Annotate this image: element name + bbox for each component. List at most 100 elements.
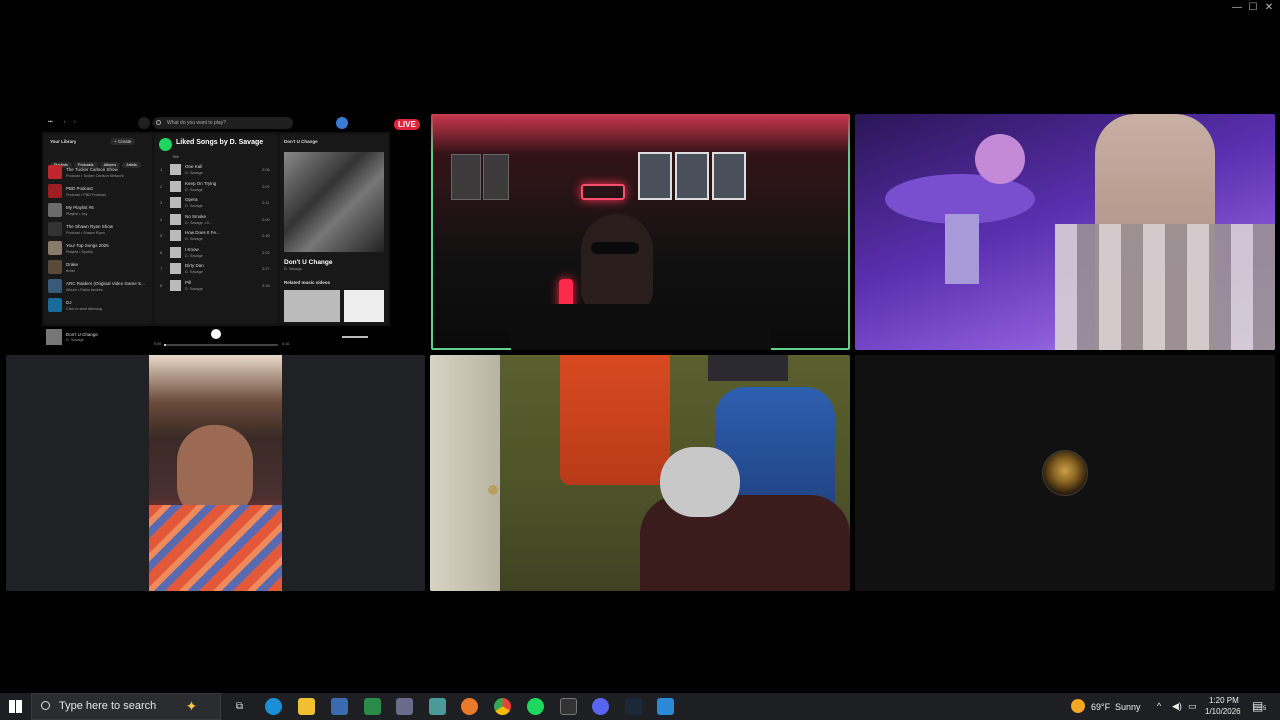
volume-slider[interactable] (342, 336, 368, 338)
song-title: Keep On Trying (185, 180, 217, 186)
song-artist: D. Savage (185, 253, 203, 258)
notification-count: 5 (1263, 706, 1267, 712)
wall-poster (451, 154, 481, 200)
close-button[interactable]: ✕ (1260, 1, 1278, 15)
library-item-thumb (48, 241, 62, 255)
library-item[interactable]: DJ Click to start listening (48, 297, 152, 315)
weather-condition[interactable]: Sunny (1115, 702, 1141, 712)
more-icon[interactable]: ••• (48, 119, 53, 124)
player-bar: Don't U Change D. Savage 0:05 4:16 (42, 326, 390, 349)
home-icon[interactable] (138, 117, 150, 129)
discord-icon[interactable] (592, 698, 609, 715)
participant-tile-active[interactable] (431, 114, 850, 350)
search-icon (41, 701, 50, 710)
participant-shirt (1055, 224, 1275, 350)
search-highlight-icon[interactable]: ✦ (183, 698, 200, 715)
app-icon[interactable] (396, 698, 413, 715)
create-button[interactable]: + Create (110, 138, 136, 145)
song-row[interactable]: 2 Keep On Trying D. Savage 2:07 (160, 179, 276, 195)
song-title: I Know (185, 246, 199, 252)
speaker-icon[interactable]: ◀) (1172, 701, 1182, 712)
song-thumb (170, 213, 181, 225)
task-view-icon[interactable]: ⧉ (231, 698, 248, 715)
obs-icon[interactable] (560, 698, 577, 715)
jacket (560, 355, 670, 485)
song-row[interactable]: 4 No Smoke D. Savage, Lil... 2:00 (160, 212, 276, 228)
calculator-icon[interactable] (364, 698, 381, 715)
participant-tile[interactable] (855, 114, 1275, 350)
song-artist: D. Savage (185, 237, 203, 241)
forward-icon[interactable]: › (74, 119, 76, 124)
song-row[interactable]: 7 Dirty Dan D. Savage 2:27 (160, 261, 276, 277)
song-number: 5 (160, 233, 163, 238)
library-item[interactable]: PBD Podcast Podcast • PBD Podcast (48, 183, 152, 201)
chrome-icon[interactable] (494, 698, 511, 715)
wall-poster (483, 154, 509, 200)
avatar[interactable] (336, 117, 348, 129)
song-title: Pill (185, 279, 192, 285)
library-item-subtitle: Playlist • Jay (66, 212, 88, 216)
phone-video (149, 355, 282, 591)
participant-tile[interactable] (430, 355, 850, 591)
file-explorer-icon[interactable] (298, 698, 315, 715)
play-pause-button[interactable] (211, 329, 221, 339)
spotify-icon[interactable] (527, 698, 544, 715)
participant-body (640, 495, 850, 591)
song-number: 8 (160, 282, 163, 288)
weather-temp[interactable]: 69°F (1091, 702, 1110, 712)
library-item-thumb (48, 260, 62, 274)
app-icon[interactable] (429, 698, 446, 715)
library-item-thumb (48, 184, 62, 198)
screen-share-tile[interactable]: ••• ‹ › What do you want to play? Your L… (42, 114, 390, 349)
song-row[interactable]: 8 Pill D. Savage 3:33 (160, 278, 276, 294)
app-icon[interactable] (657, 698, 674, 715)
song-number: 6 (160, 249, 163, 255)
song-row[interactable]: 6 I Know D. Savage 2:22 (160, 245, 276, 261)
library-title: Your Library (50, 139, 77, 144)
windows-start-icon[interactable] (9, 700, 22, 713)
participant-face (177, 425, 253, 517)
library-item[interactable]: Your Top Songs 2025 Playlist • Spotify (48, 240, 152, 258)
headphones (660, 447, 740, 517)
mushroom-cap (975, 134, 1025, 184)
library-item-title: DJ (66, 300, 72, 305)
library-item[interactable]: ARC Raiders (Original Video Game S... Alb… (48, 278, 152, 296)
network-icon[interactable]: ▭ (1188, 701, 1197, 712)
clock-time[interactable]: 1:20 PM (1209, 696, 1239, 705)
sunglasses (591, 242, 639, 254)
library-item[interactable]: Drake Artist (48, 259, 152, 277)
song-duration: 2:27 (262, 266, 270, 271)
related-video-thumb[interactable] (344, 290, 384, 322)
library-item[interactable]: The Shawn Ryan Show Podcast • Shawn Ryan (48, 221, 152, 239)
progress-bar[interactable] (164, 344, 278, 346)
play-button[interactable] (159, 138, 172, 151)
notification-icon[interactable]: ▤ (1252, 699, 1263, 713)
song-title: Opera (185, 197, 198, 202)
participant-tile[interactable] (6, 355, 425, 591)
related-video-thumb[interactable] (284, 290, 340, 322)
edge-icon[interactable] (265, 698, 282, 715)
library-item[interactable]: The Tucker Carlson Show Podcast • Tucker … (48, 164, 152, 182)
album-art (284, 152, 384, 252)
song-row[interactable]: 3 Opera D. Savage 2:11 (160, 195, 276, 211)
song-row[interactable]: 5 How Does It Fe... D. Savage 2:30 (160, 228, 276, 244)
clock-date[interactable]: 1/10/2026 (1205, 707, 1241, 716)
steam-icon[interactable] (625, 698, 642, 715)
playlist-panel: Liked Songs by D. Savage Title 1 One Kall… (154, 134, 278, 324)
library-item-subtitle: Podcast • Tucker Carlson Network (66, 174, 124, 178)
playlist-title: Liked Songs by D. Savage (176, 139, 264, 146)
spotify-top-bar: ••• ‹ › What do you want to play? (42, 114, 390, 132)
song-thumb (170, 279, 181, 291)
library-item-thumb (48, 203, 62, 217)
mushroom-stem (945, 214, 979, 284)
chevron-up-icon[interactable]: ^ (1157, 701, 1161, 711)
back-icon[interactable]: ‹ (64, 119, 66, 124)
column-title: Title (172, 155, 180, 159)
app-icon[interactable] (331, 698, 348, 715)
app-icon[interactable] (461, 698, 478, 715)
library-item[interactable]: My Playlist #6 Playlist • Jay (48, 202, 152, 220)
song-duration: 2:06 (262, 167, 270, 172)
spotify-search-input[interactable]: What do you want to play? (153, 117, 293, 129)
song-row[interactable]: 1 One Kall D. Savage 2:06 (160, 162, 276, 178)
door (430, 355, 500, 591)
